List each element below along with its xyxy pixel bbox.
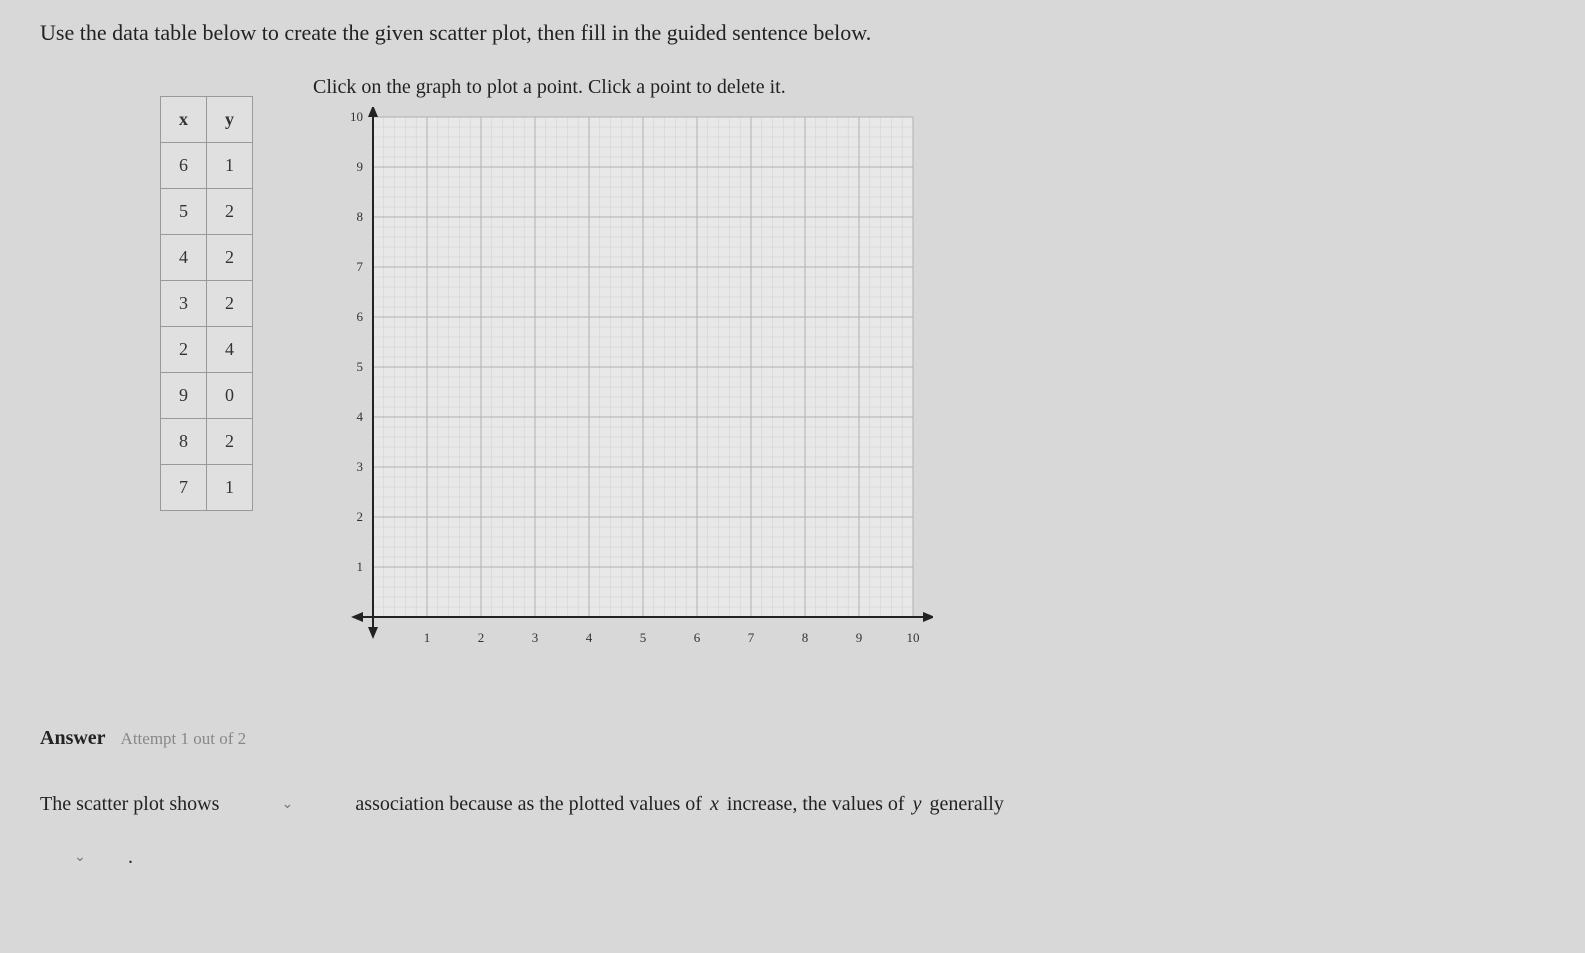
x-tick-label: 2 bbox=[478, 630, 485, 645]
cell-x: 5 bbox=[161, 189, 207, 235]
guided-sentence: The scatter plot shows ⌄ association bec… bbox=[40, 790, 1545, 818]
x-tick-label: 7 bbox=[748, 630, 755, 645]
graph-area: Click on the graph to plot a point. Clic… bbox=[313, 76, 1545, 667]
association-dropdown[interactable]: ⌄ bbox=[227, 790, 347, 818]
question-text: Use the data table below to create the g… bbox=[40, 20, 1545, 46]
table-row: 52 bbox=[161, 189, 253, 235]
guided-sentence-row2: ⌄ . bbox=[40, 843, 1545, 871]
var-x: x bbox=[710, 793, 719, 816]
y-tick-label: 6 bbox=[357, 309, 364, 324]
data-table: x y 6152423224908271 bbox=[160, 96, 253, 511]
y-tick-label: 10 bbox=[350, 109, 363, 124]
answer-label: Answer bbox=[40, 727, 106, 749]
answer-header: Answer Attempt 1 out of 2 bbox=[40, 727, 1545, 750]
graph-instruction: Click on the graph to plot a point. Clic… bbox=[313, 76, 1545, 99]
cell-y: 2 bbox=[207, 235, 253, 281]
table-row: 71 bbox=[161, 465, 253, 511]
y-tick-label: 5 bbox=[357, 359, 364, 374]
cell-y: 1 bbox=[207, 465, 253, 511]
cell-x: 8 bbox=[161, 419, 207, 465]
x-tick-label: 8 bbox=[802, 630, 809, 645]
var-y: y bbox=[913, 793, 922, 816]
table-row: 61 bbox=[161, 143, 253, 189]
y-tick-label: 2 bbox=[357, 509, 364, 524]
sentence-part2: association because as the plotted value… bbox=[355, 793, 702, 816]
chevron-down-icon: ⌄ bbox=[74, 849, 86, 866]
table-row: 24 bbox=[161, 327, 253, 373]
header-y: y bbox=[207, 97, 253, 143]
y-tick-label: 4 bbox=[357, 409, 364, 424]
sentence-period: . bbox=[128, 846, 133, 869]
cell-y: 0 bbox=[207, 373, 253, 419]
x-tick-label: 5 bbox=[640, 630, 647, 645]
sentence-part3: increase, the values of bbox=[727, 793, 905, 816]
y-tick-label: 1 bbox=[357, 559, 364, 574]
y-tick-label: 7 bbox=[357, 259, 364, 274]
cell-x: 6 bbox=[161, 143, 207, 189]
x-tick-label: 3 bbox=[532, 630, 539, 645]
table-row: 82 bbox=[161, 419, 253, 465]
answer-section: Answer Attempt 1 out of 2 The scatter pl… bbox=[40, 727, 1545, 871]
x-tick-label: 10 bbox=[907, 630, 920, 645]
cell-x: 7 bbox=[161, 465, 207, 511]
header-x: x bbox=[161, 97, 207, 143]
sentence-part4: generally bbox=[929, 793, 1003, 816]
x-tick-label: 6 bbox=[694, 630, 701, 645]
table-row: 90 bbox=[161, 373, 253, 419]
x-tick-label: 4 bbox=[586, 630, 593, 645]
cell-x: 4 bbox=[161, 235, 207, 281]
cell-y: 2 bbox=[207, 419, 253, 465]
cell-x: 2 bbox=[161, 327, 207, 373]
scatter-plot-canvas[interactable]: 1 2 3 4 5 6 7 8 9 10 1 2 3 4 5 6 7 8 9 10 bbox=[313, 107, 933, 667]
sentence-part1: The scatter plot shows bbox=[40, 793, 219, 816]
x-tick-label: 9 bbox=[856, 630, 863, 645]
cell-y: 1 bbox=[207, 143, 253, 189]
cell-x: 9 bbox=[161, 373, 207, 419]
y-tick-label: 3 bbox=[357, 459, 364, 474]
cell-y: 2 bbox=[207, 281, 253, 327]
y-tick-label: 9 bbox=[357, 159, 364, 174]
x-tick-label: 1 bbox=[424, 630, 431, 645]
y-tick-label: 8 bbox=[357, 209, 364, 224]
cell-y: 2 bbox=[207, 189, 253, 235]
trend-dropdown[interactable]: ⌄ bbox=[40, 843, 120, 871]
cell-y: 4 bbox=[207, 327, 253, 373]
attempt-text: Attempt 1 out of 2 bbox=[121, 729, 247, 748]
content-row: x y 6152423224908271 Click on the graph … bbox=[40, 76, 1545, 667]
cell-x: 3 bbox=[161, 281, 207, 327]
table-row: 32 bbox=[161, 281, 253, 327]
chevron-down-icon: ⌄ bbox=[282, 796, 294, 813]
table-row: 42 bbox=[161, 235, 253, 281]
